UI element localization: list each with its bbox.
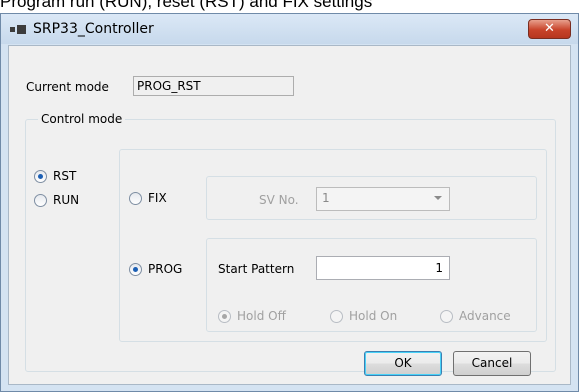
advance-radio[interactable] (440, 310, 453, 323)
rst-radio[interactable] (34, 170, 47, 183)
fix-label[interactable]: FIX (148, 190, 167, 206)
hold-on-radio[interactable] (330, 310, 343, 323)
cancel-button[interactable]: Cancel (453, 351, 531, 376)
app-icon (10, 25, 26, 34)
sv-no-value: 1 (322, 191, 330, 205)
close-button[interactable]: ✕ (528, 19, 571, 39)
prog-radio[interactable] (129, 263, 142, 276)
control-mode-group-label: Control mode (38, 111, 126, 127)
chevron-down-icon (434, 196, 442, 200)
hold-off-radio[interactable] (218, 310, 231, 323)
dialog-client-area: Current mode PROG_RST Control mode RST R… (8, 45, 571, 385)
hold-on-label[interactable]: Hold On (349, 308, 397, 324)
sv-no-label: SV No. (259, 193, 299, 207)
advance-label[interactable]: Advance (459, 308, 511, 324)
caption-text: Program run (RUN), reset (RST) and FIX s… (0, 0, 373, 11)
run-label[interactable]: RUN (53, 192, 79, 208)
start-pattern-input[interactable]: 1 (316, 256, 450, 280)
current-mode-field: PROG_RST (133, 76, 294, 96)
dialog-window: SRP33_Controller ✕ Current mode PROG_RST… (0, 13, 579, 392)
fix-radio[interactable] (129, 192, 142, 205)
current-mode-label: Current mode (26, 80, 109, 94)
sv-no-select[interactable]: 1 (316, 187, 450, 211)
rst-label[interactable]: RST (53, 168, 76, 184)
hold-off-label[interactable]: Hold Off (237, 308, 286, 324)
title-bar[interactable]: SRP33_Controller ✕ (1, 14, 578, 44)
run-radio[interactable] (34, 194, 47, 207)
close-icon: ✕ (544, 21, 555, 36)
start-pattern-label: Start Pattern (218, 262, 295, 276)
window-title: SRP33_Controller (33, 21, 154, 37)
prog-label[interactable]: PROG (148, 261, 182, 277)
ok-button[interactable]: OK (364, 351, 442, 376)
